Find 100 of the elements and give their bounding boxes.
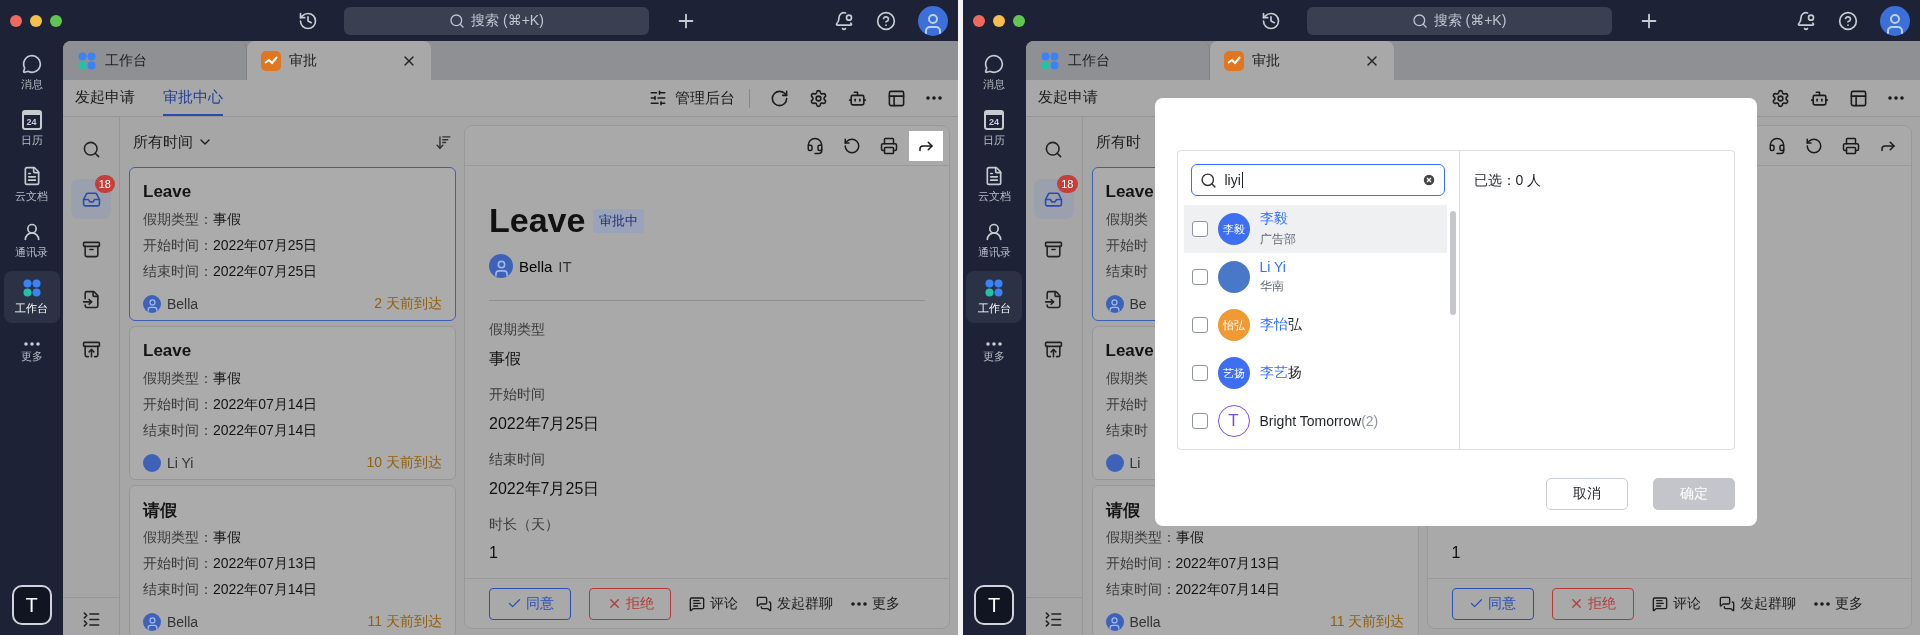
author-name: Bella [167, 614, 199, 630]
result-row[interactable]: T Bright Tomorrow(2) [1183, 397, 1447, 445]
nav-item[interactable]: 更多 [966, 327, 1022, 379]
field-label: 结束时间： [1105, 581, 1176, 599]
field-value: 2022年07月14日 [213, 422, 318, 440]
author-name: Be [1129, 296, 1147, 312]
group-chat-button[interactable]: 发起群聊 [1718, 594, 1796, 613]
card-title: Leave [143, 340, 192, 362]
result-row[interactable]: 怡弘 李怡弘 [1183, 301, 1447, 349]
more-button[interactable]: 更多 [851, 594, 900, 613]
field-value: 事假 [489, 349, 521, 369]
field-value: 2022年7月25日 [489, 414, 600, 434]
department-text: IT [558, 257, 572, 275]
field-label: 假期类型： [143, 370, 213, 388]
card-title: Leave [143, 181, 192, 203]
search-field[interactable]: 搜索 (⌘+K) [344, 6, 649, 35]
nav-item[interactable]: 通讯录 [3, 215, 60, 267]
field-value: 2022年07月13日 [1175, 555, 1280, 573]
person-name: Li Yi [1259, 259, 1286, 275]
user-avatar: 李毅 [1217, 213, 1250, 245]
field-label: 开始时间： [143, 555, 213, 573]
field-label: 结束时间： [143, 581, 213, 599]
search-field[interactable]: 搜索 (⌘+K) [1306, 6, 1612, 35]
nav-item[interactable]: 消息 [966, 47, 1022, 99]
card-title: Leave [1105, 181, 1154, 203]
search-field[interactable]: liyi [1190, 164, 1445, 196]
approval-card[interactable]: 请假 假期类型：事假 开始时间：2022年07月13日 结束时间：2022年07月14日 Bella 11 天前到达 [129, 485, 456, 635]
nav-item[interactable]: 24 日历 [966, 103, 1022, 155]
app-tab[interactable]: 审批 [1209, 41, 1394, 80]
approval-card[interactable]: Leave 假期类型：事假 开始时间：2022年07月25日 结束时间：2022年07月25日 Bella 2 天前到达 [129, 167, 456, 321]
field-value: 2022年07月14日 [213, 581, 318, 599]
workspace-avatar[interactable]: T [974, 585, 1014, 625]
approval-card[interactable]: Leave 假期类型：事假 开始时间：2022年07月14日 结束时间：2022年07月14日 Li Yi 10 天前到达 [129, 326, 456, 480]
field-label: 假期类型： [143, 211, 213, 229]
count-badge: 18 [1057, 175, 1078, 193]
time-filter[interactable]: 所有时间 [133, 132, 213, 152]
field-label: 假期类型 [489, 321, 545, 339]
request-title: Leave [489, 201, 586, 240]
workspace-avatar[interactable]: T [11, 585, 52, 625]
card-title: 请假 [1105, 499, 1140, 522]
arrival-time: 10 天前到达 [366, 454, 442, 472]
nav-item[interactable]: 云文档 [3, 159, 60, 211]
department-text: 广告部 [1259, 231, 1296, 248]
nav-item[interactable]: 通讯录 [966, 215, 1022, 267]
author-name: Li [1129, 455, 1141, 471]
comment-button[interactable]: 评论 [1651, 594, 1701, 613]
nav-tab[interactable]: 发起申请 [1037, 80, 1098, 116]
field-value: 事假 [213, 211, 241, 229]
author-name: Bella [1129, 614, 1161, 630]
field-label: 假期类 [1105, 370, 1148, 388]
field-label: 假期类型： [143, 529, 213, 547]
arrival-time: 11 天前到达 [367, 613, 442, 631]
field-value: 事假 [213, 370, 241, 388]
author-name: Li Yi [167, 455, 194, 471]
person-name: 李怡弘 [1259, 316, 1302, 334]
nav-item[interactable]: 云文档 [966, 159, 1022, 211]
author-name: Bella [167, 296, 199, 312]
field-label: 时长（天） [489, 516, 559, 534]
field-value: 2022年07月14日 [213, 396, 318, 414]
field-label: 结束时间 [489, 451, 545, 469]
card-title: Leave [1105, 340, 1154, 362]
cancel-button[interactable]: 取消 [1545, 478, 1628, 510]
person-name: 李艺扬 [1259, 364, 1302, 382]
field-label: 开始时 [1105, 396, 1148, 414]
nav-item[interactable]: 工作台 [3, 271, 60, 323]
nav-item[interactable]: 消息 [3, 47, 60, 99]
group-chat-button[interactable]: 发起群聊 [756, 594, 833, 613]
nav-tab[interactable]: 发起申请 [75, 80, 135, 116]
nav-item[interactable]: 24 日历 [3, 103, 60, 155]
result-row[interactable]: Li Yi 华南 [1183, 253, 1447, 301]
field-label: 结束时间： [143, 422, 213, 440]
result-row[interactable]: 李毅 李毅 广告部 [1183, 205, 1447, 253]
status-tag: 审批中 [593, 208, 645, 233]
app-tab[interactable]: 审批 [247, 41, 431, 80]
field-value: 1 [1451, 544, 1461, 562]
selected-count: 已选：0 人 [1473, 172, 1542, 188]
card-title: 请假 [143, 499, 177, 522]
field-label: 开始时间： [143, 237, 213, 255]
admin-button[interactable]: 管理后台 [648, 88, 750, 108]
time-filter[interactable]: 所有时 [1095, 132, 1141, 152]
field-value: 2022年7月25日 [489, 479, 600, 499]
field-value: 1 [489, 544, 498, 562]
field-label: 结束时 [1105, 263, 1148, 281]
field-value: 事假 [1175, 529, 1204, 547]
field-label: 假期类 [1105, 211, 1148, 229]
nav-item[interactable]: 更多 [3, 327, 60, 379]
nav-tab[interactable]: 审批中心 [163, 80, 223, 116]
more-button[interactable]: 更多 [1813, 594, 1863, 613]
field-label: 假期类型： [1105, 529, 1176, 547]
field-label: 结束时间： [143, 263, 213, 281]
user-avatar: 艺扬 [1217, 357, 1250, 389]
field-value: 2022年07月25日 [213, 237, 318, 255]
field-value: 2022年07月14日 [1175, 581, 1280, 599]
result-row[interactable]: 艺扬 李艺扬 [1183, 349, 1447, 397]
arrival-time: 2 天前到达 [374, 295, 442, 313]
nav-item[interactable]: 工作台 [966, 271, 1022, 323]
field-label: 开始时间： [143, 396, 213, 414]
field-value: 事假 [213, 529, 241, 547]
comment-button[interactable]: 评论 [689, 594, 738, 613]
user-avatar: 怡弘 [1217, 309, 1250, 341]
